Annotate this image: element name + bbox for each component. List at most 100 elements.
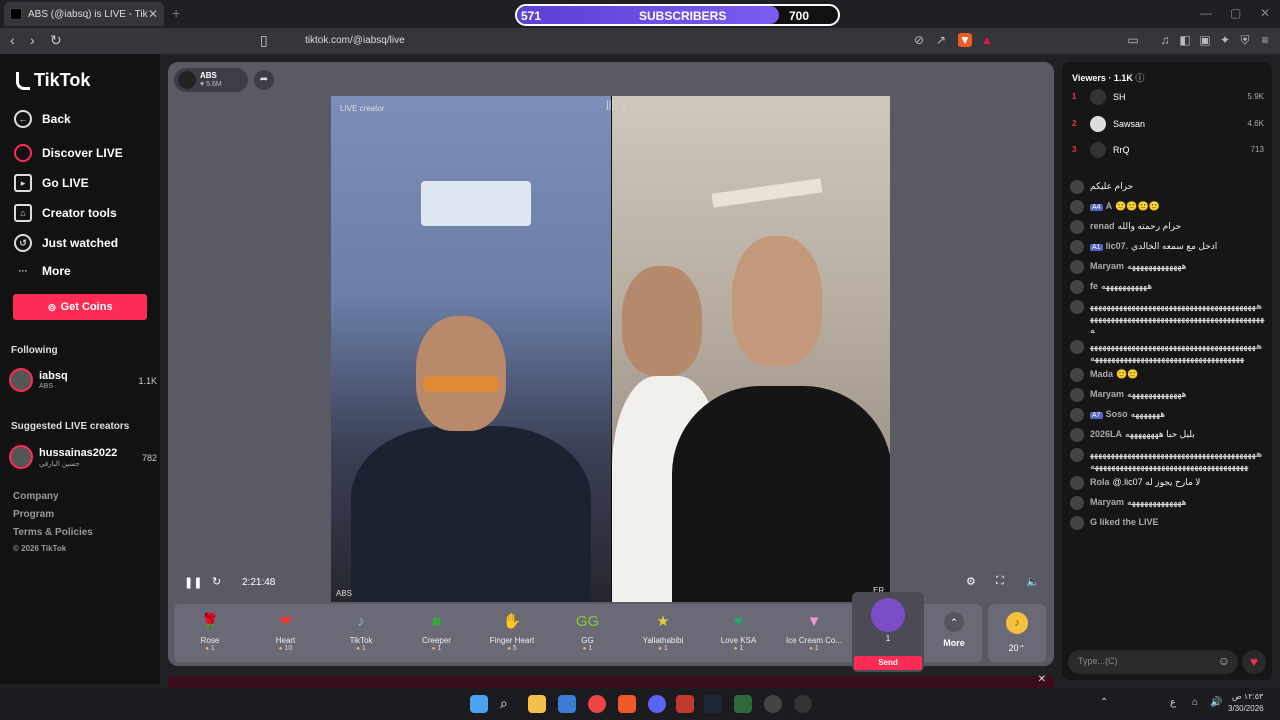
chat-message[interactable]: هههههههههههههههههههههههههههههههههههههههه… [1068,448,1268,472]
search-icon[interactable]: ⌕ [500,695,518,713]
gift-item[interactable]: ♥ Love KSA 1 [703,608,775,660]
back-arrow-icon[interactable]: ‹ [10,32,15,48]
gift-item[interactable]: ■ Creeper 1 [401,608,473,660]
viewer-row[interactable]: 2 Sawsan 4.6K [1072,115,1264,135]
chat-username[interactable]: Maryam [1090,389,1124,399]
sidebar-item-more[interactable]: ··· More [14,262,71,280]
chat-username[interactable]: ه [1256,341,1262,351]
windows-start-icon[interactable] [470,695,488,713]
close-window-icon[interactable]: ✕ [1260,6,1270,20]
leo-icon[interactable]: ✦ [1218,33,1232,47]
chat-message[interactable]: A4 A 🙂🙂🙂🙂 [1068,200,1268,216]
info-icon[interactable]: ⓘ [1135,73,1144,83]
forward-arrow-icon[interactable]: › [30,32,35,48]
emoji-icon[interactable]: ☺ [1218,654,1230,668]
file-explorer-icon[interactable] [528,695,546,713]
chat-message[interactable]: 2026LA بليل حبا ههههههههه [1068,428,1268,444]
chat-message[interactable]: Maryam هههههههههههههه [1068,496,1268,512]
streamer-badge[interactable]: ABS ♥ 5.6M [174,68,248,92]
share-icon[interactable]: ➦ [254,70,274,90]
vpn-icon[interactable]: ⛨ [1238,33,1252,47]
close-tab-icon[interactable]: ✕ [148,7,158,21]
chat-username[interactable]: lic07. [1106,241,1129,251]
chat-message[interactable]: هههههههههههههههههههههههههههههههههههههههه… [1068,300,1268,336]
volume-icon[interactable]: 🔈 [1026,575,1040,588]
more-gifts-button[interactable]: ⌃ More [934,610,974,658]
chat-message[interactable]: حرام عليكم [1068,180,1268,196]
footer-program[interactable]: Program [13,509,54,520]
store-icon[interactable] [558,695,576,713]
settings-icon[interactable]: ⚙ [966,575,976,588]
network-icon[interactable]: ⌂ [1192,697,1198,708]
obs-icon[interactable] [794,695,812,713]
app-icon[interactable] [676,695,694,713]
reload-icon[interactable]: ↻ [50,32,62,49]
gift-item[interactable]: ▼ Ice Cream Co... 1 [778,608,850,660]
steam-icon[interactable] [704,695,722,713]
gift-item[interactable]: ♪ TikTok 1 [325,608,397,660]
tiktok-logo[interactable]: TikTok [16,70,90,91]
chat-username[interactable]: renad [1090,221,1115,231]
video-right[interactable] [612,96,890,602]
sidebar-toggle-icon[interactable]: ◧ [1178,33,1192,47]
rewards-icon[interactable]: ▲ [980,33,994,47]
gift-item[interactable]: GG GG 1 [552,608,624,660]
chat-message[interactable]: fe هههههههههههه [1068,280,1268,296]
chat-username[interactable]: G liked the LIVE [1090,517,1159,527]
speaker-icon[interactable]: 🔊 [1210,697,1222,708]
chat-username[interactable]: Soso [1106,409,1128,419]
get-coins-button[interactable]: ⊚ Get Coins [13,294,147,320]
xbox-icon[interactable] [734,695,752,713]
wallet-icon[interactable]: ▣ [1198,33,1212,47]
chat-message[interactable]: Mada 🙂🙂 [1068,368,1268,384]
sidebar-item-back[interactable]: ← Back [14,110,71,128]
selected-gift[interactable]: 1 Send [852,592,924,672]
gift-item[interactable]: ❤ Heart 10 [250,608,322,660]
gift-item[interactable]: ✋ Finger Heart 5 [476,608,548,660]
chat-message[interactable]: هههههههههههههههههههههههههههههههههههههههه… [1068,340,1268,364]
gift-item[interactable]: 🌹 Rose 1 [174,608,246,660]
suggested-creator[interactable]: hussainas2022 حسين البارقي 782 [9,445,159,471]
fullscreen-icon[interactable]: ⛶ [996,575,1004,588]
chat-username[interactable]: fe [1090,281,1098,291]
share-page-icon[interactable]: ↗ [934,33,948,47]
chrome-icon[interactable] [588,695,606,713]
chat-message[interactable]: Maryam هههههههههههههه [1068,260,1268,276]
sidebar-item-creator-tools[interactable]: ⌂ Creator tools [14,204,117,222]
brave-icon[interactable] [618,695,636,713]
media-icon[interactable]: ♫ [1158,33,1172,47]
pause-icon[interactable]: ❚❚ [184,576,202,589]
brave-shield-icon[interactable]: ▼ [958,33,972,47]
chat-username[interactable]: A [1106,201,1113,211]
chat-message[interactable]: A1 lic07. ادخل مع سمعه الخالدي [1068,240,1268,256]
footer-company[interactable]: Company [13,491,59,502]
minimize-icon[interactable]: — [1200,6,1212,20]
close-banner-icon[interactable]: ✕ [1038,674,1046,685]
viewer-row[interactable]: 3 RrQ 713 [1072,141,1264,161]
chat-message[interactable]: G liked the LIVE [1068,516,1268,532]
chat-username[interactable]: Mada [1090,369,1113,379]
like-heart-button[interactable]: ♥ [1242,650,1266,674]
clock-time[interactable]: ١٢:٥٣ ص [1232,692,1263,701]
chat-message[interactable]: renad حرام رحمته والله [1068,220,1268,236]
tracking-icon[interactable]: ⊘ [912,33,926,47]
chat-username[interactable]: Maryam [1090,497,1124,507]
maximize-icon[interactable]: ▢ [1230,6,1241,20]
video-left[interactable] [331,96,611,602]
chat-message[interactable]: Rola @.lic07 لا مارح يجوز له [1068,476,1268,492]
chat-username[interactable]: ه [1256,449,1262,459]
menu-icon[interactable]: ≡ [1258,33,1272,47]
reader-icon[interactable]: ▭ [1126,33,1140,47]
refresh-icon[interactable]: ↻ [212,575,221,588]
tray-chevron-icon[interactable]: ⌃ [1100,697,1108,708]
chat-username[interactable]: Rola [1090,477,1110,487]
following-creator[interactable]: iabsq ABS 1.1K [9,368,159,394]
chat-username[interactable]: Maryam [1090,261,1124,271]
sidebar-item-go-live[interactable]: ▸ Go LIVE [14,174,89,192]
gift-item[interactable]: ★ Yallathabibi 1 [627,608,699,660]
chat-username[interactable]: ه [1256,301,1262,311]
sidebar-item-discover-live[interactable]: Discover LIVE [14,144,123,162]
app-icon[interactable] [764,695,782,713]
browser-tab[interactable]: ABS (@iabsq) is LIVE - TikTok ✕ [4,2,164,26]
input-language[interactable]: ع [1170,697,1176,708]
